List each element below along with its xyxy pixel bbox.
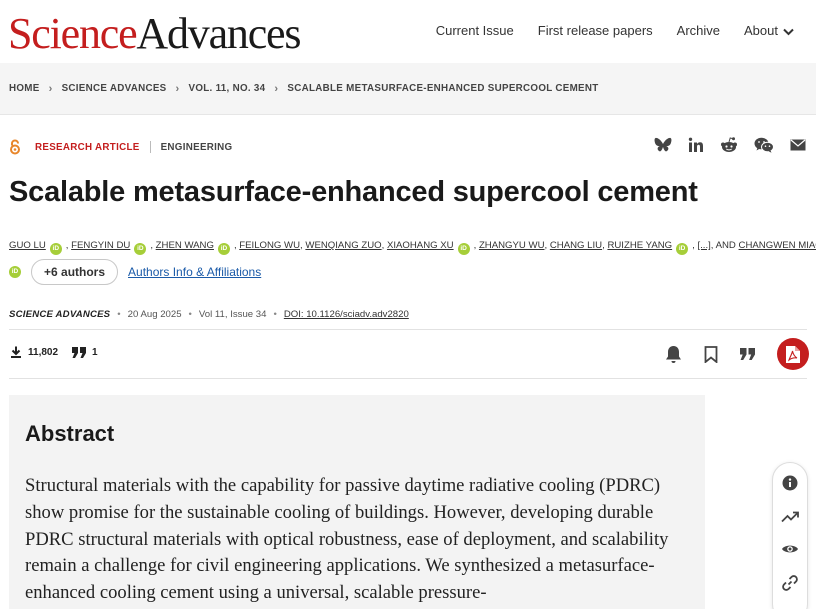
- email-icon[interactable]: [790, 139, 806, 151]
- floating-toolbar: [772, 462, 808, 609]
- article-metrics: 11,802 1: [10, 346, 98, 358]
- info-icon[interactable]: [782, 475, 798, 491]
- citation-icon: [72, 346, 87, 358]
- orcid-icon[interactable]: iD: [134, 243, 147, 255]
- author-link[interactable]: CHANGWEN MIAO: [739, 240, 816, 251]
- author-list: GUO LU iD, FENGYIN DU iD, ZHEN WANG iD, FEI…: [9, 239, 816, 255]
- quote-icon[interactable]: [740, 348, 755, 360]
- separator-dot: •: [273, 309, 277, 320]
- science-advances-logo[interactable]: ScienceAdvances: [8, 8, 302, 60]
- author-link[interactable]: CHANG LIU: [550, 240, 602, 251]
- orcid-icon[interactable]: iD: [457, 243, 470, 255]
- author-link[interactable]: XIAOHANG XU: [387, 240, 454, 251]
- eye-icon[interactable]: [781, 543, 799, 555]
- nav-current-issue[interactable]: Current Issue: [436, 23, 514, 38]
- separator-dot: •: [117, 309, 121, 320]
- authors-row2: iD +6 authors Authors Info & Affiliation…: [9, 259, 261, 285]
- abstract-section: Abstract Structural materials with the c…: [9, 395, 705, 609]
- journal-name[interactable]: SCIENCE ADVANCES: [9, 309, 110, 320]
- nav-about[interactable]: About: [744, 23, 794, 38]
- separator-dot: •: [188, 309, 192, 320]
- bell-icon[interactable]: [665, 345, 682, 364]
- author-link[interactable]: RUIZHE YANG: [607, 240, 672, 251]
- divider: [9, 329, 807, 330]
- orcid-icon[interactable]: iD: [217, 243, 230, 255]
- abstract-heading: Abstract: [25, 421, 115, 446]
- abstract-text: Structural materials with the capability…: [25, 475, 669, 604]
- author-link[interactable]: FENGYIN DU: [71, 240, 130, 251]
- trending-icon[interactable]: [781, 511, 799, 523]
- publish-date: 20 Aug 2025: [127, 309, 182, 320]
- author-ellipsis[interactable]: [...]: [697, 240, 710, 251]
- nav-archive[interactable]: Archive: [677, 23, 720, 38]
- share-toolbar: [654, 137, 806, 153]
- chevron-right-icon: ›: [48, 82, 53, 95]
- nav-about-label: About: [744, 23, 778, 38]
- reddit-icon[interactable]: [720, 137, 738, 153]
- logo-advances: Advances: [136, 9, 301, 58]
- orcid-icon[interactable]: iD: [49, 243, 62, 255]
- article-type: RESEARCH ARTICLE: [35, 141, 140, 153]
- author-link[interactable]: ZHANGYU WU: [479, 240, 545, 251]
- journal-info: SCIENCE ADVANCES • 20 Aug 2025 • Vol 11,…: [9, 309, 409, 320]
- chevron-right-icon: ›: [274, 82, 279, 95]
- chevron-right-icon: ›: [175, 82, 180, 95]
- pdf-download-button[interactable]: [777, 338, 809, 370]
- author-link[interactable]: ZHEN WANG: [156, 240, 214, 251]
- article-actions: [665, 338, 809, 370]
- link-icon[interactable]: [782, 575, 798, 591]
- bookmark-icon[interactable]: [704, 345, 718, 363]
- breadcrumb-journal[interactable]: SCIENCE ADVANCES: [62, 83, 167, 94]
- nav-first-release-papers[interactable]: First release papers: [538, 23, 653, 38]
- article-title: Scalable metasurface-enhanced supercool …: [9, 176, 698, 208]
- logo-science: Science: [8, 9, 138, 58]
- article-meta-row: RESEARCH ARTICLE ENGINEERING: [9, 139, 232, 155]
- chevron-down-icon: [783, 28, 794, 35]
- download-count[interactable]: 11,802: [28, 347, 58, 358]
- breadcrumb-volume[interactable]: VOL. 11, NO. 34: [189, 83, 266, 94]
- bluesky-icon[interactable]: [654, 137, 672, 153]
- affiliations-link[interactable]: Authors Info & Affiliations: [128, 265, 261, 279]
- download-icon: [11, 346, 21, 358]
- top-nav: Current Issue First release papers Archi…: [436, 23, 794, 38]
- breadcrumb-home[interactable]: HOME: [9, 83, 40, 94]
- breadcrumb: HOME › SCIENCE ADVANCES › VOL. 11, NO. 3…: [0, 63, 816, 115]
- author-link[interactable]: FEILONG WU: [239, 240, 300, 251]
- divider: [9, 378, 807, 379]
- orcid-icon[interactable]: iD: [9, 266, 21, 278]
- breadcrumb-article: SCALABLE METASURFACE-ENHANCED SUPERCOOL …: [287, 83, 599, 94]
- doi-link[interactable]: DOI: 10.1126/sciadv.adv2820: [284, 309, 409, 320]
- and-label: AND: [715, 240, 736, 251]
- meta-divider: [149, 141, 151, 153]
- article-category[interactable]: ENGINEERING: [161, 142, 233, 153]
- author-link[interactable]: GUO LU: [9, 240, 46, 251]
- pdf-icon: [786, 345, 800, 363]
- author-link[interactable]: WENQIANG ZUO: [305, 240, 381, 251]
- orcid-icon[interactable]: iD: [676, 243, 689, 255]
- wechat-icon[interactable]: [754, 137, 774, 153]
- citation-count[interactable]: 1: [92, 347, 98, 358]
- site-header: ScienceAdvances Current Issue First rele…: [0, 0, 816, 63]
- volume-issue[interactable]: Vol 11, Issue 34: [199, 309, 267, 320]
- linkedin-icon[interactable]: [688, 137, 704, 153]
- open-access-icon: [10, 139, 20, 155]
- more-authors-button[interactable]: +6 authors: [31, 259, 119, 285]
